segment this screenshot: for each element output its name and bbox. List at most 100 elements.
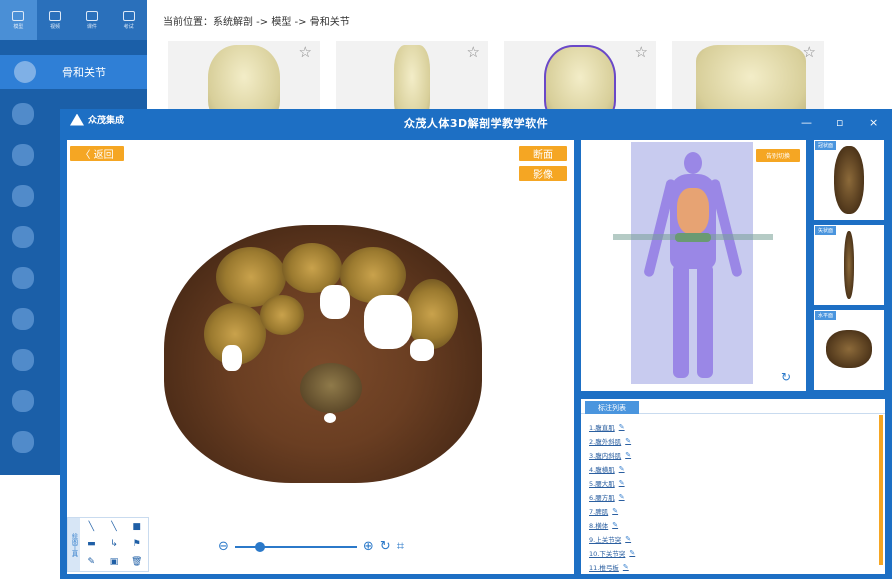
model-thumb-skull-color[interactable]: ☆: [504, 41, 656, 111]
slice-band: [675, 233, 711, 242]
nav-tab-exam[interactable]: 考试: [110, 0, 147, 40]
image-tool-icon[interactable]: ▣: [110, 557, 119, 567]
zoom-slider[interactable]: [234, 541, 357, 552]
uterus-icon[interactable]: [12, 390, 34, 412]
skull-image: [208, 45, 280, 111]
annotation-item[interactable]: 2.腹外斜肌 ✎: [589, 434, 635, 448]
annotation-item[interactable]: 8.横体 ✎: [589, 518, 635, 532]
annotation-scrollbar[interactable]: [879, 415, 883, 565]
coronal-thumb[interactable]: 冠状面: [814, 140, 884, 220]
minimize-button[interactable]: —: [801, 116, 812, 129]
annotation-header: 标注列表: [581, 399, 885, 414]
zoom-in-icon[interactable]: ⊕: [363, 539, 374, 554]
tab-annotation-list[interactable]: 标注列表: [585, 401, 639, 414]
arrow-tool-icon[interactable]: ╲: [111, 522, 116, 532]
body-model-panel[interactable]: 告别切换 ↻: [581, 140, 806, 391]
horizontal-tag: 水平面: [815, 311, 837, 320]
annotation-item[interactable]: 5.腰大肌 ✎: [589, 476, 635, 490]
nav-tab-courseware[interactable]: 课件: [74, 0, 111, 40]
zoom-out-icon[interactable]: ⊖: [218, 539, 229, 554]
star-icon[interactable]: ☆: [635, 43, 648, 61]
section-viewer[interactable]: 〈 返回 断面 影像 ⊖ ⊕ ↻ ⌗ 绘图工具 ╲ ╲ ■ ▬ ↳ ⚑ ✎ ▣ …: [67, 140, 574, 574]
model-thumb-skull[interactable]: ☆: [168, 41, 320, 111]
stomach-icon[interactable]: [12, 103, 34, 125]
body-model[interactable]: [643, 152, 743, 380]
lung-icon[interactable]: [12, 226, 34, 248]
app-title: 众茂人体3D解剖学教学软件: [403, 117, 549, 130]
star-icon[interactable]: ☆: [803, 43, 816, 61]
model-thumb-skeleton[interactable]: ☆: [336, 41, 488, 111]
marker-tool-icon[interactable]: ▬: [87, 539, 96, 549]
edit-icon[interactable]: ✎: [625, 451, 631, 459]
cross-section-image[interactable]: [164, 225, 482, 483]
horizontal-thumb[interactable]: 水平面: [814, 310, 884, 390]
sidebar-item-bones-joints[interactable]: 骨和关节: [0, 55, 147, 89]
curve-tool-icon[interactable]: ↳: [110, 539, 118, 549]
drawing-tools-label: 绘图工具: [68, 518, 80, 571]
zoom-slider-thumb[interactable]: [254, 541, 265, 552]
close-button[interactable]: ×: [869, 116, 878, 129]
video-icon: [49, 10, 62, 21]
background-top-nav: 模型 视频 课件 考试: [0, 0, 147, 40]
edit-icon[interactable]: ✎: [629, 549, 635, 557]
imaging-button[interactable]: 影像: [519, 166, 567, 181]
edit-icon[interactable]: ✎: [625, 535, 631, 543]
kidneys-icon[interactable]: [12, 349, 34, 371]
edit-icon[interactable]: ✎: [612, 507, 618, 515]
reset-rotation-icon[interactable]: ↻: [781, 370, 791, 384]
annotation-item[interactable]: 6.腰方肌 ✎: [589, 490, 635, 504]
thorax-image: [696, 45, 806, 111]
annotation-item[interactable]: 4.腹横肌 ✎: [589, 462, 635, 476]
annotation-item[interactable]: 10.下关节突 ✎: [589, 546, 635, 560]
flag-tool-icon[interactable]: ⚑: [133, 539, 141, 549]
rectangle-tool-icon[interactable]: ■: [132, 522, 141, 532]
skull-color-image: [544, 45, 616, 111]
thyroid-icon[interactable]: [12, 431, 34, 453]
pen-tool-icon[interactable]: ✎: [88, 557, 96, 567]
zoom-bar: ⊖ ⊕ ↻ ⌗: [218, 539, 404, 554]
edit-icon[interactable]: ✎: [619, 493, 625, 501]
main-window: 众茂集成 众茂人体3D解剖学教学软件 — ▫ × 〈 返回 断面 影像 ⊖ ⊕: [60, 109, 892, 579]
person-icon: [12, 10, 25, 21]
annotation-item[interactable]: 11.椎弓板 ✎: [589, 560, 635, 574]
star-icon[interactable]: ☆: [467, 43, 480, 61]
liver-icon[interactable]: [12, 144, 34, 166]
brain-icon[interactable]: [12, 267, 34, 289]
maximize-button[interactable]: ▫: [836, 116, 843, 129]
edit-icon[interactable]: ✎: [612, 521, 618, 529]
annotation-item[interactable]: 9.上关节突 ✎: [589, 532, 635, 546]
edit-icon[interactable]: ✎: [625, 437, 631, 445]
bone-icon: [14, 61, 36, 83]
drawing-tools-grid: ╲ ╲ ■ ▬ ↳ ⚑ ✎ ▣ 🗑: [80, 518, 148, 571]
star-icon[interactable]: ☆: [299, 43, 312, 61]
annotation-panel: 标注列表 1.腹直肌 ✎ 2.腹外斜肌 ✎ 3.腹内斜肌 ✎ 4.腹横肌 ✎ 5.腰大肌…: [581, 399, 885, 574]
annotation-item[interactable]: 7.脾肌 ✎: [589, 504, 635, 518]
breadcrumb: 当前位置：系统解剖 -> 模型 -> 骨和关节: [163, 17, 350, 28]
exam-icon: [122, 10, 135, 21]
crop-icon[interactable]: ⌗: [397, 539, 404, 554]
coronal-image: [834, 146, 864, 214]
line-tool-icon[interactable]: ╲: [89, 522, 94, 532]
edit-icon[interactable]: ✎: [619, 423, 625, 431]
edit-icon[interactable]: ✎: [619, 479, 625, 487]
edit-icon[interactable]: ✎: [623, 563, 629, 571]
switch-view-button[interactable]: 告别切换: [756, 149, 800, 162]
annotation-item[interactable]: 3.腹内斜肌 ✎: [589, 448, 635, 462]
nav-tab-video[interactable]: 视频: [37, 0, 74, 40]
model-thumb-thorax[interactable]: ☆: [672, 41, 824, 111]
sagittal-thumb[interactable]: 矢状面: [814, 225, 884, 305]
kidney-icon[interactable]: [12, 185, 34, 207]
annotation-item[interactable]: 1.腹直肌 ✎: [589, 420, 635, 434]
edit-icon[interactable]: ✎: [619, 465, 625, 473]
annotation-list: 1.腹直肌 ✎ 2.腹外斜肌 ✎ 3.腹内斜肌 ✎ 4.腹横肌 ✎ 5.腰大肌 ✎ 6.腰…: [589, 420, 635, 574]
sagittal-tag: 矢状面: [815, 226, 837, 235]
rotate-icon[interactable]: ↻: [380, 539, 391, 554]
title-bar: 众茂集成 众茂人体3D解剖学教学软件 — ▫ ×: [60, 109, 892, 137]
back-button[interactable]: 〈 返回: [70, 146, 124, 161]
delete-tool-icon[interactable]: 🗑: [131, 557, 142, 567]
nav-tab-model[interactable]: 模型: [0, 0, 37, 40]
ear-icon[interactable]: [12, 308, 34, 330]
drawing-tools: 绘图工具 ╲ ╲ ■ ▬ ↳ ⚑ ✎ ▣ 🗑: [67, 517, 149, 572]
sagittal-image: [844, 231, 854, 299]
section-button[interactable]: 断面: [519, 146, 567, 161]
